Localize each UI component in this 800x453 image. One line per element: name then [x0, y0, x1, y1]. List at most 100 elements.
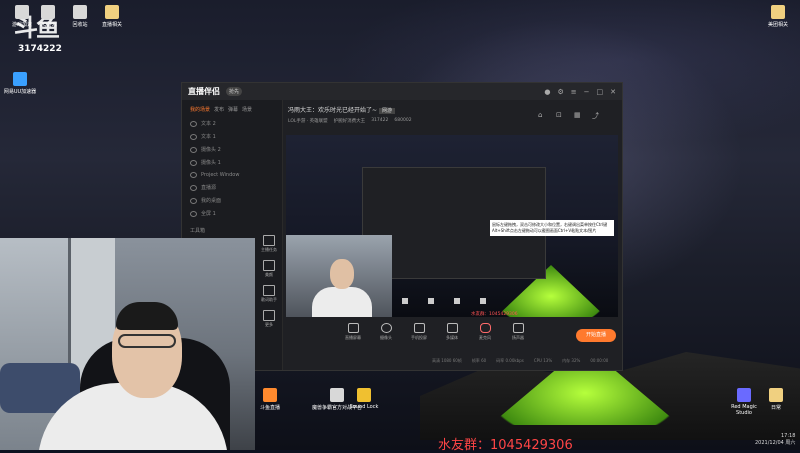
- share-link-icon[interactable]: ⤴: [592, 111, 599, 121]
- icon-label: 回收站: [72, 22, 88, 28]
- scene-item[interactable]: 我的桌面: [182, 194, 282, 207]
- tool-label: 歌词助手: [261, 297, 277, 302]
- tool-lyrics[interactable]: 歌词助手: [258, 285, 280, 303]
- folder-icon: [105, 5, 119, 19]
- toolbox-label: 工具箱: [190, 228, 206, 234]
- scene-item[interactable]: 全屏 1: [182, 207, 282, 220]
- folder-icon: [769, 388, 783, 402]
- status-bitrate: 码率 0.00kbps: [496, 358, 524, 363]
- app-icon: [41, 5, 55, 19]
- tool-tasks[interactable]: 主播任务: [258, 235, 280, 253]
- room-owner: 护腕好消费大王: [333, 119, 366, 124]
- scene-item-label: 文本 1: [201, 134, 216, 140]
- settings-icon[interactable]: ⚙: [557, 88, 563, 96]
- scene-item-label: 直播源: [201, 185, 217, 191]
- minimize-icon[interactable]: −: [584, 88, 590, 96]
- status-cpu: CPU 13%: [533, 358, 553, 363]
- streamer-hair: [116, 302, 178, 330]
- version-badge: 抢先: [226, 87, 243, 96]
- visibility-icon[interactable]: [190, 159, 197, 166]
- stream-room-number: 3174222: [18, 44, 62, 54]
- preview-webcam: [286, 235, 392, 317]
- speaker-button[interactable]: 扬声器: [505, 323, 531, 341]
- tool-label: 美颜: [265, 272, 273, 277]
- visibility-icon[interactable]: [190, 120, 197, 127]
- desktop-icon[interactable]: 日常: [756, 388, 796, 411]
- tool-column: 主播任务 美颜 歌词助手 更多: [258, 235, 280, 335]
- tab-publish[interactable]: 发布: [214, 106, 224, 113]
- microphone-button[interactable]: 麦克风: [472, 323, 498, 341]
- room-heat: 680002: [394, 118, 412, 123]
- app-icon: [737, 388, 751, 402]
- visibility-icon[interactable]: [190, 172, 197, 178]
- desktop-icon[interactable]: 直播相关: [92, 5, 132, 28]
- beauty-icon: [263, 260, 275, 271]
- room-title-text: 冯雨大王：欢乐时光已经开始了~: [288, 107, 378, 114]
- tool-label: 更多: [265, 322, 273, 327]
- screen-icon: [347, 323, 359, 333]
- scene-item-label: Project Window: [201, 172, 240, 178]
- room-title[interactable]: 冯雨大王：欢乐时光已经开始了~ 网游: [288, 105, 395, 114]
- scene-item-label: 全屏 1: [201, 211, 216, 217]
- fans-group-text: 水友群：1045429306: [438, 438, 573, 453]
- scene-item-label: 摄像头 1: [201, 160, 221, 166]
- scene-item[interactable]: 直播源: [182, 181, 282, 194]
- visibility-icon[interactable]: [190, 210, 197, 217]
- lyrics-icon: [263, 285, 275, 296]
- icon-label: Sound Lock: [349, 404, 379, 410]
- visibility-icon[interactable]: [190, 197, 197, 204]
- media-button[interactable]: 多媒体: [439, 323, 465, 341]
- phone-cast-button[interactable]: 手机投屏: [406, 323, 432, 341]
- visibility-icon[interactable]: [190, 133, 197, 140]
- desktop-icon[interactable]: Sound Lock: [344, 388, 384, 410]
- window-titlebar[interactable]: 直播伴侣 抢先 ● ⚙ ≡ − □ ✕: [182, 83, 622, 100]
- icon-label: 日常: [770, 405, 781, 411]
- maximize-icon[interactable]: □: [597, 88, 604, 96]
- webcam-overlay: [0, 238, 255, 450]
- app-icon: [13, 72, 27, 86]
- desktop-icon[interactable]: 美团相关: [758, 5, 798, 28]
- status-quality: 高清 1080 60帧: [432, 358, 462, 363]
- preview-streamer-face: [330, 259, 354, 289]
- scene-item[interactable]: 摄像头 1: [182, 156, 282, 169]
- camera-button[interactable]: 摄像头: [373, 323, 399, 341]
- taskbar-clock[interactable]: 17:18 2021/12/04 周六: [755, 433, 795, 447]
- scene-item[interactable]: 文本 2: [182, 117, 282, 130]
- icon-label: 美团相关: [767, 22, 788, 28]
- grid-icon[interactable]: ▦: [574, 111, 581, 119]
- room-tag[interactable]: 网游: [378, 108, 395, 114]
- desktop-icon[interactable]: 网易UU加速器: [0, 72, 40, 95]
- tool-label: 扬声器: [512, 335, 524, 340]
- visibility-icon[interactable]: [190, 184, 197, 191]
- scene-item[interactable]: 摄像头 2: [182, 143, 282, 156]
- share-icon[interactable]: ⊡: [556, 111, 562, 119]
- status-fps: 帧率 60: [471, 358, 487, 363]
- close-icon[interactable]: ✕: [610, 88, 616, 96]
- app-icon: [330, 388, 344, 402]
- stream-preview[interactable]: 鼠标左键拖拽，双击可修改大小和位置，右键调出菜单按住Ctrl键Alt+Shift…: [286, 135, 618, 317]
- preview-streamer-body: [312, 287, 372, 317]
- tab-scene[interactable]: 场景: [242, 106, 252, 113]
- tool-beauty[interactable]: 美颜: [258, 260, 280, 278]
- scene-item[interactable]: Project Window: [182, 169, 282, 181]
- gift-icon[interactable]: ⌂: [538, 111, 542, 119]
- clock-date: 2021/12/04 周六: [755, 440, 796, 446]
- status-bar: 高清 1080 60帧 帧率 60 码率 0.00kbps CPU 13% 内存…: [432, 358, 608, 364]
- avatar-icon[interactable]: ●: [544, 88, 550, 96]
- start-live-button[interactable]: 开始直播: [576, 329, 616, 342]
- preview-icons: [392, 293, 618, 309]
- scene-item[interactable]: 文本 1: [182, 130, 282, 143]
- tab-scenes[interactable]: 我的场景: [190, 106, 210, 113]
- media-icon: [446, 323, 458, 333]
- visibility-icon[interactable]: [190, 146, 197, 153]
- screen-capture-button[interactable]: 直播屏幕: [340, 323, 366, 341]
- menu-icon[interactable]: ≡: [571, 88, 577, 96]
- room-category[interactable]: LOL手游 · 英雄联盟: [288, 118, 328, 124]
- tool-more[interactable]: 更多: [258, 310, 280, 328]
- more-icon: [263, 310, 275, 321]
- scene-item-label: 我的桌面: [201, 198, 222, 204]
- tool-label: 多媒体: [446, 335, 458, 340]
- tab-danmaku[interactable]: 弹幕: [228, 106, 238, 113]
- desktop-icon[interactable]: 斗鱼直播: [250, 388, 290, 411]
- icon-label: Red Magic Studio: [731, 404, 757, 416]
